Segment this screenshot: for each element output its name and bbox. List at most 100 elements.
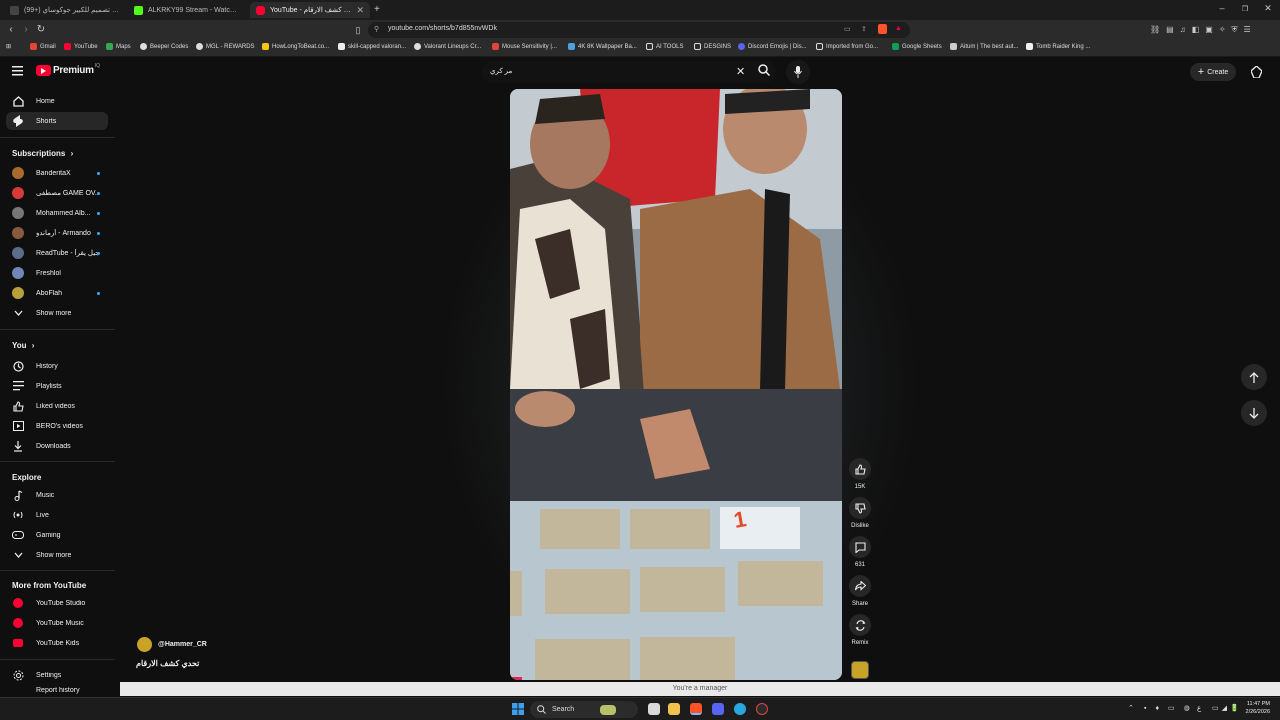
bookmark-hltb[interactable]: HowLongToBeat.co...	[262, 43, 329, 50]
file-explorer-icon[interactable]	[648, 703, 660, 715]
show-more-subscriptions[interactable]: Show more	[6, 304, 108, 322]
sidebar-item-settings[interactable]: Settings	[6, 666, 108, 684]
browser-tab[interactable]: ALKRKY99 Stream - Watch Live on Ki	[128, 2, 246, 18]
youtube-premium-logo[interactable]: Premium IQ	[36, 63, 100, 76]
share-button[interactable]: Share	[848, 575, 872, 607]
bookmark-beeper[interactable]: Beeper Codes	[140, 43, 188, 50]
browser-tab[interactable]: (99+) تصميم للكبير جوكوساي ❤️ BF	[4, 2, 126, 18]
sound-avatar[interactable]	[851, 661, 869, 679]
sidebar-item-liked-videos[interactable]: Liked videos	[6, 397, 108, 415]
like-button[interactable]: 15K	[848, 458, 872, 490]
sidebar-item-label: YouTube Studio	[36, 599, 86, 607]
windows-start-icon[interactable]	[512, 703, 524, 715]
discord-icon[interactable]	[712, 703, 724, 715]
bookmark-folder-desgins[interactable]: DESGINS	[694, 43, 731, 50]
you-header[interactable]: You ›	[12, 341, 34, 350]
bookmark-aitum[interactable]: Aitum | The best aut...	[950, 43, 1018, 50]
subscriptions-header[interactable]: Subscriptions ›	[12, 149, 73, 158]
restore-icon[interactable]: ❐	[1235, 5, 1255, 13]
network-volume-battery-icons[interactable]: ▭◢🔋	[1212, 704, 1242, 712]
apps-icon[interactable]: ⊞	[6, 43, 11, 50]
bookmark-gmail[interactable]: Gmail	[30, 43, 56, 50]
bookmark-maps[interactable]: Maps	[106, 43, 131, 50]
brave-shield-icon[interactable]	[878, 24, 887, 34]
minimize-icon[interactable]: –	[1212, 3, 1232, 13]
new-tab-icon[interactable]: +	[374, 4, 380, 15]
subscription-item[interactable]: BanderitaX	[6, 164, 108, 182]
screen-icon[interactable]: ▭	[844, 25, 851, 33]
subscription-item[interactable]: مصطفى GAME OV...	[6, 184, 108, 202]
status-message: You're a manager	[120, 682, 1280, 696]
subscription-item[interactable]: Mohammed Alb...	[6, 204, 108, 222]
tray-overflow-icon[interactable]: ⌃	[1128, 704, 1134, 712]
create-button[interactable]: + Create	[1190, 63, 1236, 81]
dislike-button[interactable]: Dislike	[848, 497, 872, 529]
subscription-item[interactable]: Freshlol	[6, 264, 108, 282]
previous-short-button[interactable]	[1241, 364, 1267, 390]
comments-button[interactable]: 631	[848, 536, 872, 568]
bookmark-folder-ai-tools[interactable]: AI TOOLS	[646, 43, 683, 50]
account-icon[interactable]	[1251, 66, 1262, 78]
bookmark-youtube[interactable]: YouTube	[64, 43, 98, 50]
sidebar-item-your-videos[interactable]: BERO's videos	[6, 417, 108, 435]
browser-tab-active[interactable]: YouTube - تحدي كشف الارقام ✕	[250, 2, 370, 18]
bookmark-wallpaper[interactable]: 4K 8K Wallpaper Ba...	[568, 43, 637, 50]
site-info-icon[interactable]: ⚲	[374, 25, 379, 33]
sidebar-item-gaming[interactable]: Gaming	[6, 526, 108, 544]
sidebar-item-home[interactable]: Home	[6, 92, 108, 110]
search-box[interactable]: مر كري ✕	[482, 61, 776, 83]
close-tab-icon[interactable]: ✕	[356, 5, 364, 16]
bookmark-skillcapped[interactable]: skill-capped valoran...	[338, 43, 406, 50]
bookmark-mgl[interactable]: MGL - REWARDS	[196, 43, 255, 50]
subscription-item[interactable]: أرماندو - Armando	[6, 224, 108, 242]
subscription-item[interactable]: ReadTube - جيل يقرأ	[6, 244, 108, 262]
back-icon[interactable]: ‹	[5, 24, 17, 36]
tray-icons[interactable]: ▪♦▭◍	[1144, 704, 1199, 712]
search-highlight-icon	[600, 704, 617, 715]
next-short-button[interactable]	[1241, 400, 1267, 426]
clock[interactable]: 11:47 PM 2/26/2026	[1240, 701, 1270, 715]
sidebar-item-youtube-studio[interactable]: YouTube Studio	[6, 594, 108, 612]
address-bar[interactable]: ⚲ youtube.com/shorts/b7d855nvWDk ▭ ⇪ ▲	[368, 22, 910, 38]
obs-icon[interactable]	[756, 703, 768, 715]
sidebar-item-downloads[interactable]: Downloads	[6, 437, 108, 455]
bookmark-mouse-sens[interactable]: Mouse Sensitivity |...	[492, 43, 557, 50]
sidebar-item-youtube-music[interactable]: YouTube Music	[6, 614, 108, 632]
sidebar-item-live[interactable]: Live	[6, 506, 108, 524]
bookmark-icon[interactable]: ▯	[352, 24, 364, 36]
language-indicator[interactable]: ع	[1197, 704, 1201, 712]
clear-search-icon[interactable]: ✕	[736, 65, 745, 78]
sidebar-item-shorts[interactable]: Shorts	[6, 112, 108, 130]
bookmark-google-sheets[interactable]: Google Sheets	[892, 43, 942, 50]
comment-count: 631	[854, 562, 865, 568]
short-channel[interactable]: @Hammer_CR	[137, 637, 207, 652]
taskbar-search[interactable]: Search	[530, 701, 638, 718]
sidebar-item-youtube-kids[interactable]: YouTube Kids	[6, 634, 108, 652]
bookmark-discord-emojis[interactable]: Discord Emojis | Dis...	[738, 43, 807, 50]
subscription-item[interactable]: AboFlah	[6, 284, 108, 302]
shorts-video-player[interactable]: 1	[510, 89, 842, 680]
forward-icon[interactable]: ›	[20, 24, 32, 36]
bookmark-folder-imported[interactable]: Imported from Go...	[816, 43, 878, 50]
close-window-icon[interactable]: ✕	[1258, 3, 1278, 14]
menu-icon[interactable]	[12, 66, 23, 76]
bookmark-valorant-lineups[interactable]: Valorant Lineups Cr...	[414, 43, 481, 50]
bookmark-tomb-raider[interactable]: Tomb Raider King ...	[1026, 43, 1090, 50]
folder-icon[interactable]	[668, 703, 680, 715]
sidebar-item-history[interactable]: History	[6, 357, 108, 375]
voice-search-button[interactable]	[786, 60, 810, 84]
share-page-icon[interactable]: ⇪	[861, 25, 867, 33]
sidebar-item-playlists[interactable]: Playlists	[6, 377, 108, 395]
brave-rewards-icon[interactable]: ▲	[895, 25, 902, 32]
search-icon[interactable]	[758, 64, 770, 76]
flag-icon	[12, 685, 24, 697]
sidebar-item-music[interactable]: Music	[6, 486, 108, 504]
remix-button[interactable]: Remix	[848, 614, 872, 646]
show-more-explore[interactable]: Show more	[6, 546, 108, 564]
reload-icon[interactable]: ↻	[35, 24, 47, 36]
sidebar-item-report-history[interactable]: Report history	[6, 685, 108, 697]
search-input[interactable]: مر كري	[490, 67, 512, 75]
telegram-icon[interactable]	[734, 703, 746, 715]
brave-browser-icon[interactable]	[690, 703, 702, 715]
extension-icons[interactable]: ⛓▤♫◧▣✧⛨☰	[1150, 25, 1257, 35]
